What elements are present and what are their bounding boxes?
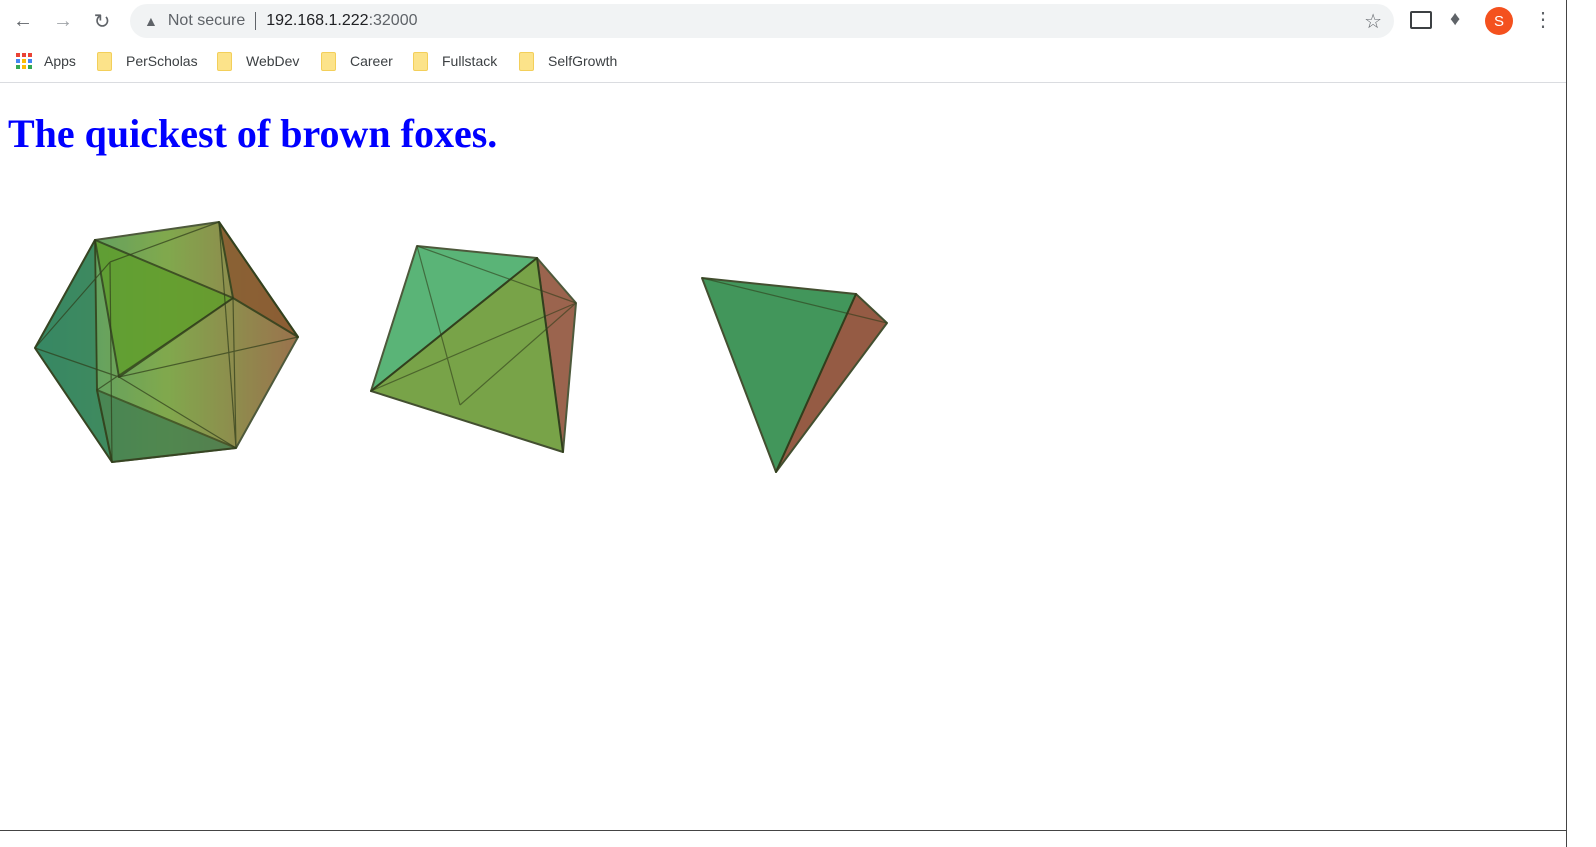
window-bottom-edge [0, 830, 1566, 831]
polyhedra-canvas [34, 221, 888, 473]
window-edge [1566, 0, 1567, 847]
icosahedron [34, 221, 299, 463]
tetrahedron [701, 277, 888, 473]
octahedron [370, 245, 577, 453]
